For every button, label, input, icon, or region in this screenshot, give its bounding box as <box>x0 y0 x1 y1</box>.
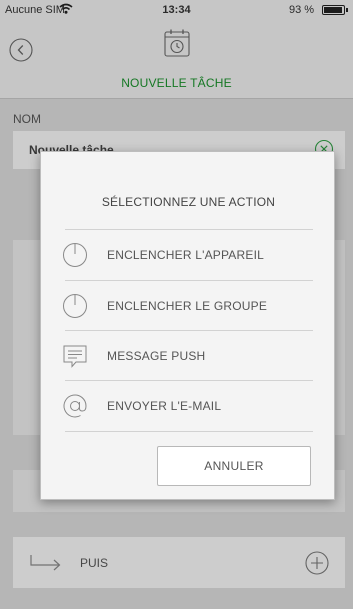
action-send-email[interactable]: ENVOYER L'E-MAIL <box>41 381 336 431</box>
action-switch-device[interactable]: ENCLENCHER L'APPAREIL <box>41 230 336 280</box>
action-push-message[interactable]: MESSAGE PUSH <box>41 331 336 381</box>
dialog-title: SÉLECTIONNEZ UNE ACTION <box>101 195 276 209</box>
action-label: ENCLENCHER LE GROUPE <box>107 299 268 313</box>
at-sign-icon <box>63 394 87 418</box>
power-icon <box>63 243 87 267</box>
action-label: MESSAGE PUSH <box>107 349 206 363</box>
message-icon <box>63 345 87 368</box>
divider <box>65 431 313 432</box>
cancel-button[interactable]: ANNULER <box>157 446 311 486</box>
action-label: ENCLENCHER L'APPAREIL <box>107 248 264 262</box>
action-switch-group[interactable]: ENCLENCHER LE GROUPE <box>41 281 336 331</box>
power-icon <box>63 294 87 318</box>
action-label: ENVOYER L'E-MAIL <box>107 399 222 413</box>
action-dialog: SÉLECTIONNEZ UNE ACTION ENCLENCHER L'APP… <box>40 151 335 500</box>
